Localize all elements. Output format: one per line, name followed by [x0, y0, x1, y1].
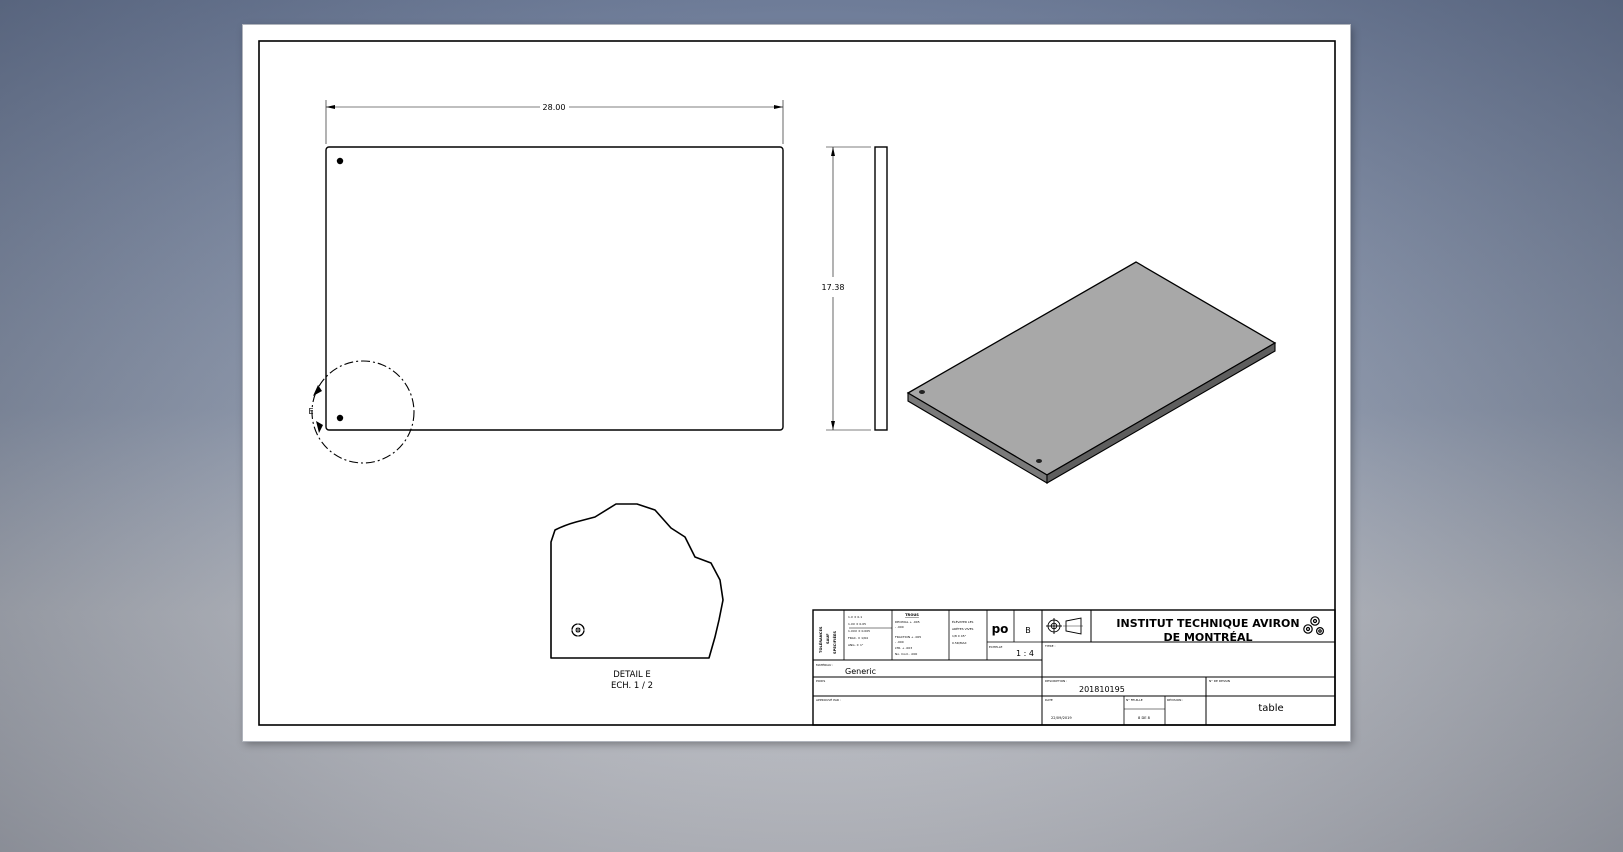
tol-label-3: SPECIFIÉES [832, 631, 837, 654]
description-label: DESCRIPTION : [1045, 679, 1067, 683]
tol-row-0: 1.X ± 0.1 [848, 615, 862, 619]
detail-circle-e[interactable]: E [308, 360, 415, 464]
drawing-sheet[interactable]: 28.00 17.38 E DETAIL E ECH. 1 / 2 TOLÉRA… [243, 25, 1350, 741]
finish-row-0: ÉLÉVATER LES [952, 619, 973, 624]
trous-row-4: LTR. + .003 [895, 646, 912, 650]
finish-row-3: 0.5R/MAX [952, 641, 967, 645]
sheet-value: 8 DE 8 [1138, 716, 1151, 720]
trous-row-2: FRACTION + .005 [895, 635, 921, 639]
side-view[interactable] [874, 146, 888, 431]
trous-row-3: - .000 [895, 640, 904, 644]
detail-circle [311, 360, 415, 464]
dimension-width[interactable]: 28.00 [325, 100, 784, 144]
sheet-label: N° FEUILLE [1126, 698, 1143, 702]
hole-top-left [336, 157, 344, 165]
finish-row-1: ARÊTES VIVES [952, 626, 974, 631]
front-view-outline [325, 146, 784, 431]
dimension-width-text: 28.00 [543, 103, 566, 112]
material-label: MATÉRIAU : [816, 662, 833, 667]
tol-row-4: ANG. ± 1° [848, 643, 864, 647]
scale-label: ECHELLE [989, 645, 1002, 649]
tol-label-1: TOLÉRANCES [818, 626, 823, 653]
drawing-no-value: table [1258, 703, 1283, 714]
iso-hole-1 [919, 390, 925, 394]
trous-row-5: No. mod - .000 [895, 652, 917, 656]
trous-row-0: DECIMAL + .005 [895, 620, 920, 624]
company-line-2: DE MONTRÉAL [1164, 631, 1253, 644]
scale-value: 1 : 4 [1016, 649, 1034, 658]
description-value: 201810195 [1079, 685, 1125, 694]
poids-label: POIDS [816, 679, 825, 683]
detail-caption-2: ECH. 1 / 2 [611, 681, 653, 691]
iso-hole-2 [1036, 459, 1042, 463]
projection-symbol-icon [1046, 617, 1083, 635]
trous-title: TROUS [905, 613, 919, 617]
front-view[interactable] [325, 146, 784, 431]
detail-caption-1: DETAIL E [613, 670, 651, 680]
detail-marker-label: E [308, 407, 313, 416]
company-line-1: INSTITUT TECHNIQUE AVIRON [1116, 617, 1299, 630]
date-value: 22/09/2019 [1051, 716, 1072, 720]
revision-label: RÉVISION : [1167, 697, 1183, 702]
title-label: TITRE : [1044, 644, 1056, 648]
dimension-height-text: 17.38 [822, 283, 845, 292]
approved-label: APPROUVÉ PAR : [816, 697, 841, 702]
tol-row-1: 1.XX ± 0.05 [848, 622, 866, 626]
detail-e-view[interactable]: DETAIL E ECH. 1 / 2 [550, 503, 724, 691]
date-label: DATE [1045, 698, 1053, 702]
technical-drawing: 28.00 17.38 E DETAIL E ECH. 1 / 2 TOLÉRA… [258, 40, 1336, 726]
tol-row-2: 1.XXX ± 0.005 [848, 629, 870, 633]
tol-row-3: FRAC. ± 1/64 [848, 636, 868, 640]
drawn-by: po [992, 622, 1009, 636]
side-view-outline [874, 146, 888, 431]
tol-label-2: SAUF [826, 633, 830, 644]
revision-letter: B [1025, 626, 1031, 635]
dimension-height[interactable]: 17.38 [822, 146, 871, 431]
gears-logo-icon [1303, 616, 1324, 635]
trous-row-1: - .000 [895, 625, 904, 629]
iso-top-face [906, 261, 1277, 476]
material-value: Generic [845, 667, 876, 676]
finish-row-2: 1/8 X 45° [952, 634, 967, 638]
isometric-view[interactable] [906, 261, 1277, 484]
drawing-no-label: N° DE DESSIN [1209, 679, 1230, 683]
detail-outline [550, 503, 724, 659]
hole-bottom-left [336, 414, 344, 422]
